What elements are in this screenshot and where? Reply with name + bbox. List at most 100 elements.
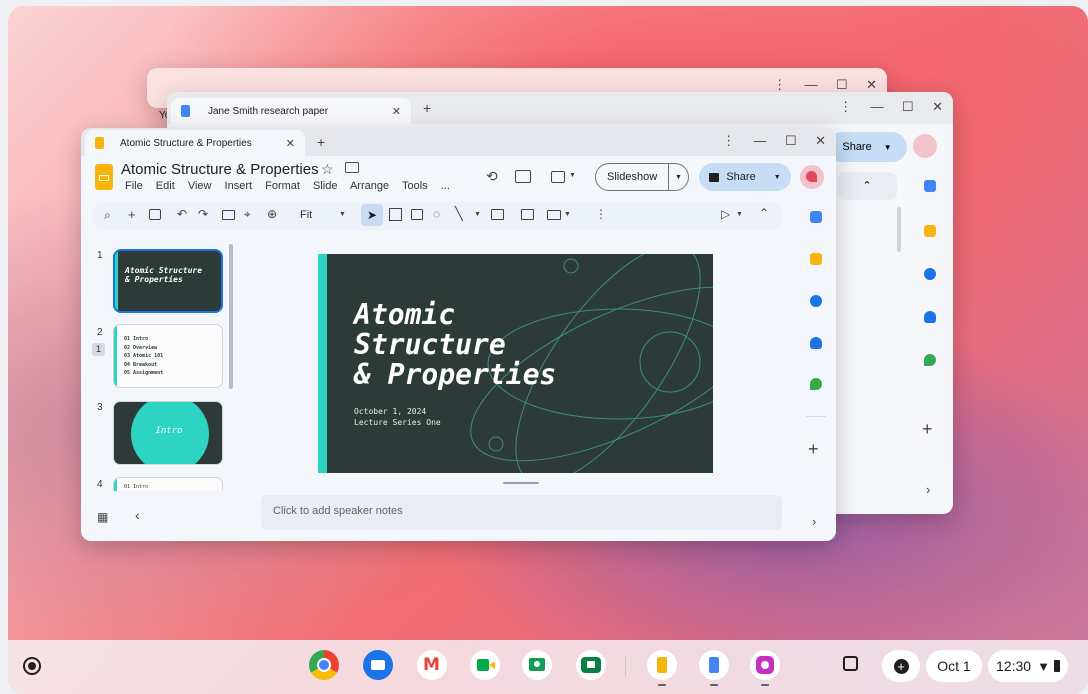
history-icon[interactable]: ⟲ <box>486 168 498 185</box>
tasks-icon[interactable] <box>924 268 936 280</box>
tote-icon[interactable] <box>843 656 858 671</box>
meet-icon[interactable] <box>551 171 565 183</box>
undo-icon[interactable]: ↶ <box>177 207 187 221</box>
slide-thumbnail-4[interactable]: 01 Intro <box>113 477 223 491</box>
new-slide-icon[interactable]: + <box>128 207 136 222</box>
slide-title[interactable]: Atomic Structure & Properties <box>354 300 556 390</box>
more-vert-icon[interactable]: ⋮ <box>595 207 607 221</box>
slides-app-icon[interactable] <box>647 650 677 680</box>
collapse-filmstrip-icon[interactable]: ‹ <box>135 507 140 523</box>
meet-icon[interactable] <box>470 650 500 680</box>
docs-share-button[interactable]: Share ▼ <box>827 132 907 162</box>
status-tray[interactable]: 12:30 ▼ <box>988 650 1068 682</box>
star-icon[interactable]: ☆ <box>321 161 334 178</box>
new-tab-icon[interactable]: + <box>423 100 431 116</box>
chat-app-icon[interactable] <box>576 650 606 680</box>
close-tab-icon[interactable]: ✕ <box>392 105 401 118</box>
zoom-select[interactable]: Fit <box>300 209 312 221</box>
keep-icon[interactable] <box>810 253 822 265</box>
redo-icon[interactable]: ↷ <box>198 207 208 221</box>
launcher-icon[interactable] <box>23 657 41 675</box>
close-icon[interactable]: ✕ <box>815 133 826 149</box>
maximize-icon[interactable]: ☐ <box>785 133 797 149</box>
menu-view[interactable]: View <box>188 180 212 192</box>
menu-edit[interactable]: Edit <box>156 180 175 192</box>
search-icon[interactable]: ⌕ <box>104 208 111 223</box>
avatar[interactable] <box>800 165 824 189</box>
more-icon[interactable]: ⋮ <box>773 77 786 93</box>
docs-app-icon[interactable] <box>699 650 729 680</box>
slide-thumbnail-1[interactable]: Atomic Structure & Properties <box>113 249 223 313</box>
menu-format[interactable]: Format <box>265 180 300 192</box>
collapse-toolbar-icon[interactable]: ⌃ <box>759 206 769 220</box>
maximize-icon[interactable]: ☐ <box>902 99 914 115</box>
slide-thumbnail-3[interactable]: Intro <box>113 401 223 465</box>
minimize-icon[interactable]: — <box>871 99 884 114</box>
chevron-up-icon[interactable]: ⌃ <box>837 172 897 200</box>
video-icon[interactable] <box>491 209 504 220</box>
text-box-icon[interactable] <box>389 208 402 221</box>
files-icon[interactable] <box>363 650 393 680</box>
tasks-icon[interactable] <box>810 295 822 307</box>
document-title[interactable]: Atomic Structure & Properties <box>121 161 319 178</box>
chevron-down-icon[interactable]: ▼ <box>569 172 576 179</box>
chevron-down-icon[interactable]: ▼ <box>564 211 571 218</box>
print-icon[interactable] <box>222 210 235 220</box>
slideshow-button[interactable]: Slideshow ▼ <box>595 163 689 191</box>
more-icon[interactable]: ⋮ <box>722 133 735 149</box>
maps-icon[interactable] <box>810 378 822 390</box>
gmail-icon[interactable]: M <box>417 650 447 680</box>
image-icon[interactable] <box>411 209 423 220</box>
docs-tab[interactable]: Jane Smith research paper ✕ <box>171 98 411 124</box>
close-icon[interactable]: ✕ <box>866 77 877 93</box>
contacts-icon[interactable] <box>924 311 936 323</box>
main-slide[interactable]: Atomic Structure & Properties October 1,… <box>318 254 713 473</box>
select-cursor-icon[interactable]: ➤ <box>361 204 383 226</box>
minimize-icon[interactable]: — <box>754 133 767 148</box>
slides-tab[interactable]: Atomic Structure & Properties ✕ <box>85 130 305 156</box>
share-button[interactable]: Share ▼ <box>699 163 791 191</box>
chevron-down-icon[interactable]: ▼ <box>339 211 346 218</box>
new-tab-icon[interactable]: + <box>317 134 325 150</box>
speaker-notes-field[interactable]: Click to add speaker notes <box>261 495 782 530</box>
avatar[interactable] <box>913 134 937 158</box>
maps-icon[interactable] <box>924 354 936 366</box>
paint-format-icon[interactable]: ⌖ <box>244 207 251 222</box>
calendar-icon[interactable] <box>924 180 936 192</box>
pen-icon[interactable]: ▷ <box>721 207 730 221</box>
quick-insert-button[interactable]: + <box>882 650 920 682</box>
chevron-right-icon[interactable]: › <box>812 514 816 529</box>
comment-add-icon[interactable] <box>521 209 534 220</box>
chevron-down-icon[interactable]: ▼ <box>736 211 743 218</box>
date-tray[interactable]: Oct 1 <box>926 650 982 682</box>
zoom-icon[interactable]: ⊕ <box>267 207 277 221</box>
menu-arrange[interactable]: Arrange <box>350 180 389 192</box>
shape-icon[interactable]: ◌ <box>433 207 440 221</box>
line-icon[interactable]: ╲ <box>455 206 463 222</box>
slide-subtitle[interactable]: October 1, 2024 Lecture Series One <box>354 406 441 428</box>
contacts-icon[interactable] <box>810 337 822 349</box>
chrome-icon[interactable] <box>309 650 339 680</box>
calendar-icon[interactable] <box>810 211 822 223</box>
photos-app-icon[interactable] <box>750 650 780 680</box>
close-icon[interactable]: ✕ <box>932 99 943 115</box>
comments-icon[interactable] <box>515 170 531 183</box>
add-icon[interactable]: + <box>922 419 933 440</box>
keep-icon[interactable] <box>924 225 936 237</box>
chevron-down-icon[interactable]: ▼ <box>474 211 481 218</box>
move-folder-icon[interactable] <box>345 162 359 173</box>
add-icon[interactable]: + <box>808 439 819 460</box>
notes-resize-handle[interactable] <box>503 482 539 484</box>
menu-insert[interactable]: Insert <box>225 180 253 192</box>
menu-file[interactable]: File <box>125 180 143 192</box>
grid-view-icon[interactable]: ▦ <box>97 510 108 524</box>
slides-logo[interactable] <box>95 164 113 190</box>
close-tab-icon[interactable]: ✕ <box>286 137 295 150</box>
chevron-right-icon[interactable]: › <box>926 482 930 497</box>
menu-tools[interactable]: Tools <box>402 180 428 192</box>
maximize-icon[interactable]: ☐ <box>836 77 848 93</box>
menu-more[interactable]: ... <box>441 180 450 192</box>
filmstrip-scrollbar[interactable] <box>229 244 233 389</box>
minimize-icon[interactable]: — <box>805 77 818 92</box>
background-icon[interactable] <box>547 210 561 220</box>
